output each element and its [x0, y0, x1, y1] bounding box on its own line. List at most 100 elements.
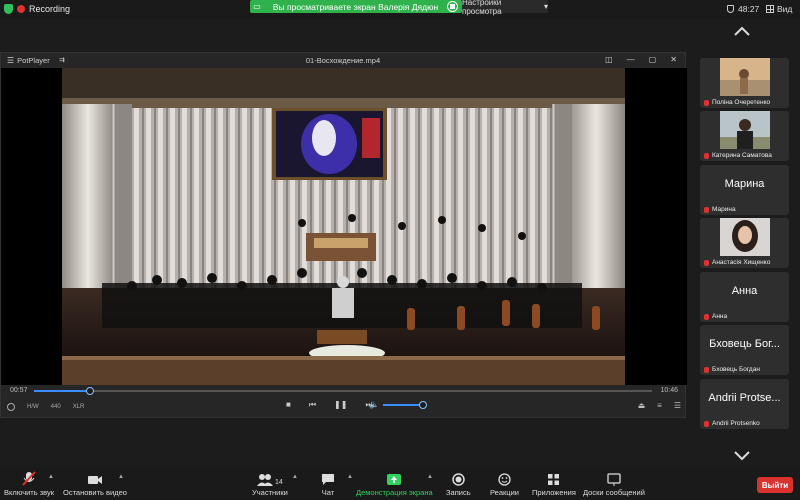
zoom-window: Recording ▭ Вы просматриваете экран Вале… — [0, 0, 800, 500]
participant-name: Бховець Богдан — [704, 366, 760, 373]
close-icon[interactable]: ✕ — [670, 55, 677, 64]
current-time: 00:57 — [10, 387, 28, 394]
screen-share-icon: ▭ — [253, 2, 261, 11]
record-button[interactable]: Запись — [446, 471, 471, 497]
view-label: Вид — [777, 4, 793, 14]
chevron-down-icon: ▾ — [543, 2, 548, 11]
view-button[interactable]: Вид — [766, 4, 792, 14]
participant-display-name: Анна — [731, 285, 758, 297]
participant-name: Анастасія Хищенко — [704, 259, 770, 266]
smiley-icon — [498, 473, 511, 486]
recording-label: Recording — [29, 4, 71, 14]
participant-photo — [720, 218, 770, 256]
menu-icon[interactable]: ☰ — [674, 401, 681, 410]
muted-mic-icon — [704, 152, 709, 159]
participants-button[interactable]: 14 Участники — [252, 471, 288, 497]
video-options-caret-icon[interactable]: ▲ — [118, 474, 124, 480]
muted-mic-icon — [704, 99, 709, 106]
muted-mic-icon — [704, 366, 709, 373]
whiteboard-icon — [607, 473, 621, 486]
unmute-button[interactable]: Включить звук — [4, 471, 54, 497]
hw-tag[interactable]: H/W — [27, 404, 39, 410]
maximize-icon[interactable]: ▢ — [649, 55, 657, 64]
participants-options-caret-icon[interactable]: ▲ — [292, 474, 298, 480]
player-right-controls: ⏏ ≡ ☰ — [638, 401, 681, 410]
meeting-toolbar: Включить звук ▲ Остановить видео ▲ 14 Уч… — [0, 468, 800, 500]
muted-mic-icon — [704, 313, 709, 320]
view-settings-button[interactable]: Настройки просмотра ▾ — [462, 0, 548, 16]
apps-grid-icon — [548, 474, 560, 485]
previous-icon[interactable]: ⏮ — [309, 400, 316, 410]
pause-icon[interactable]: ❚❚ — [334, 400, 347, 410]
recording-dot-icon — [17, 5, 25, 13]
player-title-bar: ☰ PotPlayer ⇉ 01-Восхождение.mp4 ◫ — ▢ ✕ — [1, 53, 685, 68]
eject-icon[interactable]: ⏏ — [638, 401, 646, 410]
share-screen-button[interactable]: Демонстрация экрана — [356, 471, 433, 497]
seek-bar-fill — [34, 390, 90, 392]
share-screen-icon — [387, 474, 402, 485]
chevron-up-icon[interactable] — [734, 26, 750, 36]
player-left-controls: H/W 440 XLR — [7, 403, 84, 411]
video-camera-icon — [87, 476, 102, 484]
participants-icon — [257, 474, 274, 486]
video-area[interactable] — [1, 68, 687, 385]
muted-microphone-icon — [22, 471, 36, 486]
recording-indicator[interactable]: Recording — [4, 3, 70, 15]
participant-name: Марина — [704, 206, 736, 213]
top-bar: Recording ▭ Вы просматриваете экран Вале… — [0, 0, 800, 18]
seek-bar-handle[interactable] — [85, 387, 94, 395]
player-file-name: 01-Восхождение.mp4 — [305, 56, 381, 65]
muted-mic-icon — [704, 259, 709, 266]
apps-button[interactable]: Приложения — [532, 471, 576, 497]
volume-slider[interactable] — [382, 400, 427, 409]
leave-meeting-button[interactable]: Выйти — [757, 477, 793, 493]
participants-count: 14 — [275, 479, 283, 486]
participant-photo — [720, 58, 770, 96]
meeting-timer: 48:27 — [727, 4, 759, 14]
volume-handle[interactable] — [418, 400, 427, 409]
participant-display-name: Марина — [724, 178, 765, 190]
output-tag[interactable]: XLR — [73, 404, 85, 410]
participant-tile[interactable]: Andrii Protse... Andrii Protsenko — [700, 379, 789, 429]
audio-tag[interactable]: 440 — [51, 404, 61, 410]
window-buttons: ◫ — ▢ ✕ — [605, 55, 677, 64]
player-timeline: 00:57 10:46 — [1, 385, 687, 397]
muted-mic-icon — [704, 420, 709, 427]
gallery-grid-icon — [766, 5, 774, 13]
participant-display-name: Andrii Protse... — [708, 392, 781, 404]
speaker-icon[interactable]: 🔈 — [369, 400, 379, 409]
always-on-top-icon[interactable]: ◫ — [605, 55, 613, 64]
participant-name: Катерина Саматова — [704, 152, 772, 159]
volume-control: 🔈 — [369, 400, 427, 409]
participant-tile[interactable]: Поліна Очеретенко — [700, 58, 789, 108]
seek-bar[interactable] — [34, 387, 652, 395]
stop-share-icon[interactable] — [447, 1, 458, 12]
record-icon — [452, 473, 465, 486]
participant-tile[interactable]: Катерина Саматова — [700, 111, 789, 161]
participant-name: Andrii Protsenko — [704, 420, 760, 427]
participant-name: Анна — [704, 313, 727, 320]
chat-button[interactable]: Чат — [321, 471, 335, 497]
chat-options-caret-icon[interactable]: ▲ — [347, 474, 353, 480]
player-controls: H/W 440 XLR ■ ⏮ ❚❚ ⏭ 🔈 ⏏ ≡ ☰ — [1, 397, 687, 417]
minimize-icon[interactable]: — — [627, 55, 635, 64]
share-options-caret-icon[interactable]: ▲ — [427, 474, 433, 480]
chat-bubble-icon — [322, 474, 334, 485]
audio-options-caret-icon[interactable]: ▲ — [48, 474, 54, 480]
meeting-timer-text: 48:27 — [738, 4, 760, 14]
gear-icon[interactable] — [7, 403, 15, 411]
muted-mic-icon — [704, 206, 709, 213]
participant-tile[interactable]: Бховець Бог... Бховець Богдан — [700, 325, 789, 375]
reactions-button[interactable]: Реакции — [490, 471, 519, 497]
whiteboards-button[interactable]: Доски сообщений — [583, 471, 645, 497]
participant-tile[interactable]: Марина Марина — [700, 165, 789, 215]
participant-tile[interactable]: Анна Анна — [700, 272, 789, 322]
screen-share-text: Вы просматриваете экран Валерія Дядюн — [272, 1, 439, 12]
screen-share-banner: ▭ Вы просматриваете экран Валерія Дядюн — [250, 0, 462, 13]
encryption-shield-icon — [727, 5, 734, 13]
chevron-down-icon[interactable] — [734, 451, 750, 461]
playback-buttons: ■ ⏮ ❚❚ ⏭ — [286, 400, 373, 410]
stop-icon[interactable]: ■ — [286, 400, 291, 410]
participant-tile[interactable]: Анастасія Хищенко — [700, 218, 789, 268]
playlist-icon[interactable]: ≡ — [657, 401, 662, 410]
